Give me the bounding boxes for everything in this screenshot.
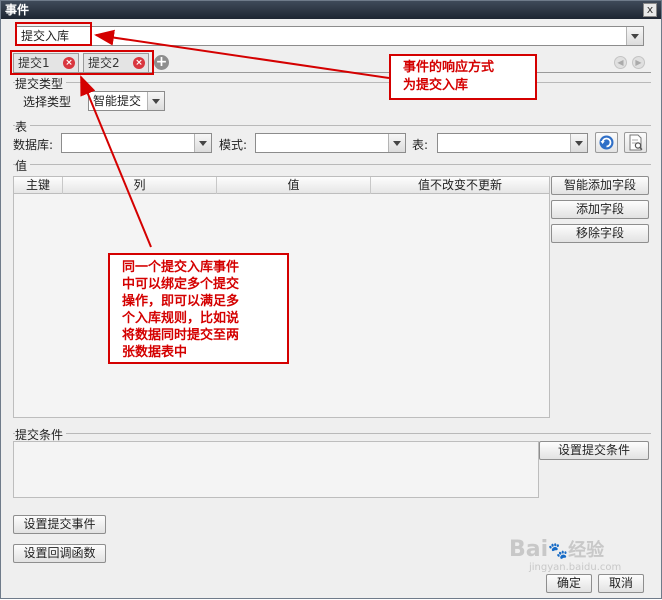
event-dialog: 事件 x 提交入库 提交1 × 提交2 × + ◀ ▶ 提交类型 选择类型 智能… <box>0 0 662 599</box>
callout-line: 为提交入库 <box>403 78 469 93</box>
callout-line: 中可以绑定多个提交 <box>122 277 240 292</box>
arrow-to-tabs <box>80 75 152 248</box>
callout-line: 个入库规则，比如说 <box>122 311 240 326</box>
callout-line: 张数据表中 <box>122 345 188 360</box>
callout-line: 事件的响应方式 <box>403 60 495 75</box>
callout-event-response: 事件的响应方式 为提交入库 <box>389 54 537 100</box>
callout-line: 操作，即可以满足多 <box>122 294 240 309</box>
callout-multiple-submits: 同一个提交入库事件 中可以绑定多个提交 操作，即可以满足多 个入库规则，比如说 … <box>108 253 289 364</box>
arrow-to-event-type <box>94 29 390 79</box>
annotation-arrows <box>80 29 390 248</box>
callout-line: 将数据同时提交至两 <box>122 328 240 343</box>
callout-line: 同一个提交入库事件 <box>122 260 240 275</box>
